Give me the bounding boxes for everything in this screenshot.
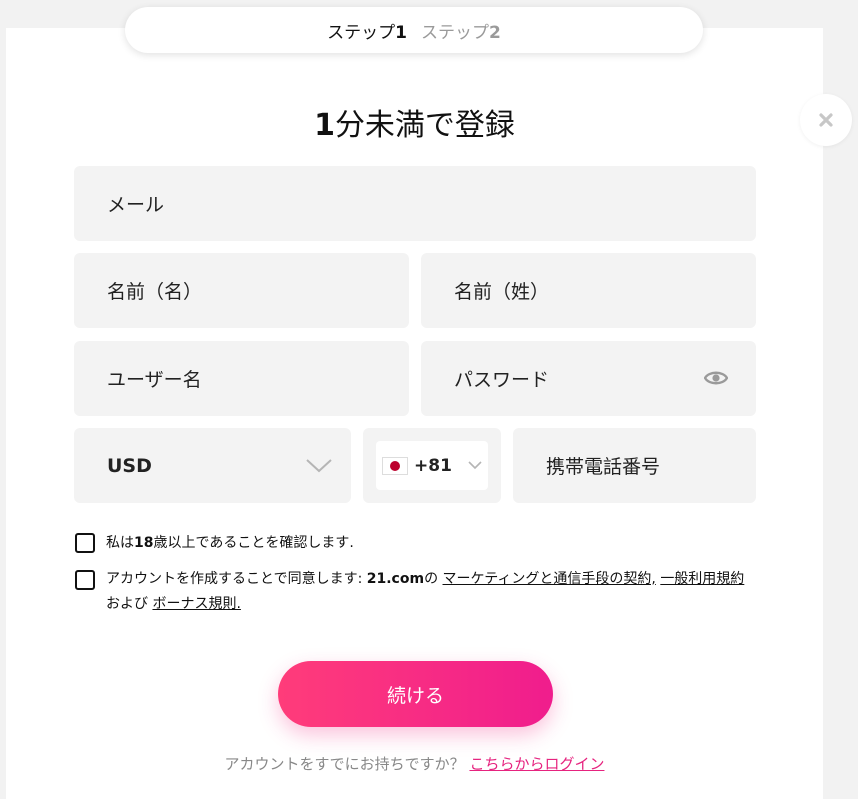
country-code-value: +81 bbox=[414, 455, 452, 476]
phone-field[interactable]: 携帯電話番号 bbox=[513, 428, 756, 503]
country-code-box: +81 bbox=[363, 428, 501, 503]
step-1-label: ステップ bbox=[327, 22, 396, 43]
email-placeholder: メール bbox=[107, 194, 165, 216]
login-prompt: アカウントをすでにお持ちですか？ こちらからログイン bbox=[0, 753, 829, 774]
terms-label: アカウントを作成することで同意します: 21.comの マーケティングと通信手段… bbox=[106, 567, 754, 617]
step-2[interactable]: ステップ 2 bbox=[421, 18, 501, 43]
age-text-pre: 私は bbox=[106, 535, 134, 551]
terms-text-pre: アカウントを作成することで同意します: bbox=[106, 571, 367, 587]
bonus-rules-link[interactable]: ボーナス規則. bbox=[152, 596, 240, 612]
first-name-field[interactable]: 名前（名） bbox=[74, 253, 409, 328]
last-name-placeholder: 名前（姓） bbox=[454, 281, 550, 303]
terms-text-no: の bbox=[424, 571, 443, 587]
chevron-down-icon bbox=[306, 459, 332, 473]
first-name-placeholder: 名前（名） bbox=[107, 281, 203, 303]
age-number: 18 bbox=[134, 535, 154, 551]
step-1[interactable]: ステップ 1 bbox=[327, 18, 407, 43]
password-placeholder: パスワード bbox=[454, 369, 550, 391]
currency-value: USD bbox=[107, 454, 152, 477]
password-field[interactable]: パスワード bbox=[421, 341, 756, 416]
last-name-field[interactable]: 名前（姓） bbox=[421, 253, 756, 328]
login-link[interactable]: こちらからログイン bbox=[469, 755, 604, 773]
currency-select[interactable]: USD bbox=[74, 428, 351, 503]
continue-button[interactable]: 続ける bbox=[278, 661, 553, 727]
terms-checkbox[interactable] bbox=[75, 570, 95, 590]
japan-flag-icon bbox=[382, 456, 408, 475]
username-field[interactable]: ユーザー名 bbox=[74, 341, 409, 416]
title-text: 分未満で登録 bbox=[334, 108, 515, 143]
terms-brand: 21.com bbox=[366, 571, 425, 587]
page-title: 1分未満で登録 bbox=[0, 100, 829, 144]
chevron-down-icon bbox=[468, 461, 482, 470]
username-placeholder: ユーザー名 bbox=[107, 369, 202, 391]
age-confirm-label: 私は18歳以上であることを確認します. bbox=[106, 531, 354, 556]
step-1-number: 1 bbox=[395, 22, 407, 43]
email-field[interactable]: メール bbox=[74, 166, 756, 241]
marketing-agreement-link[interactable]: マーケティングと通信手段の契約, bbox=[443, 571, 656, 587]
login-prompt-text: アカウントをすでにお持ちですか？ bbox=[224, 755, 470, 773]
age-confirm-checkbox[interactable] bbox=[75, 533, 95, 553]
step-2-label: ステップ bbox=[421, 22, 489, 43]
country-code-select[interactable]: +81 bbox=[376, 441, 488, 490]
title-number: 1 bbox=[314, 108, 335, 143]
terms-text-and: および bbox=[106, 596, 153, 612]
age-text-post: 歳以上であることを確認します. bbox=[153, 535, 354, 551]
phone-placeholder: 携帯電話番号 bbox=[546, 456, 661, 478]
step-indicator: ステップ 1 ステップ 2 bbox=[125, 7, 703, 53]
step-2-number: 2 bbox=[489, 22, 501, 43]
general-terms-link[interactable]: 一般利用規約 bbox=[660, 571, 744, 587]
eye-icon[interactable] bbox=[704, 369, 728, 387]
